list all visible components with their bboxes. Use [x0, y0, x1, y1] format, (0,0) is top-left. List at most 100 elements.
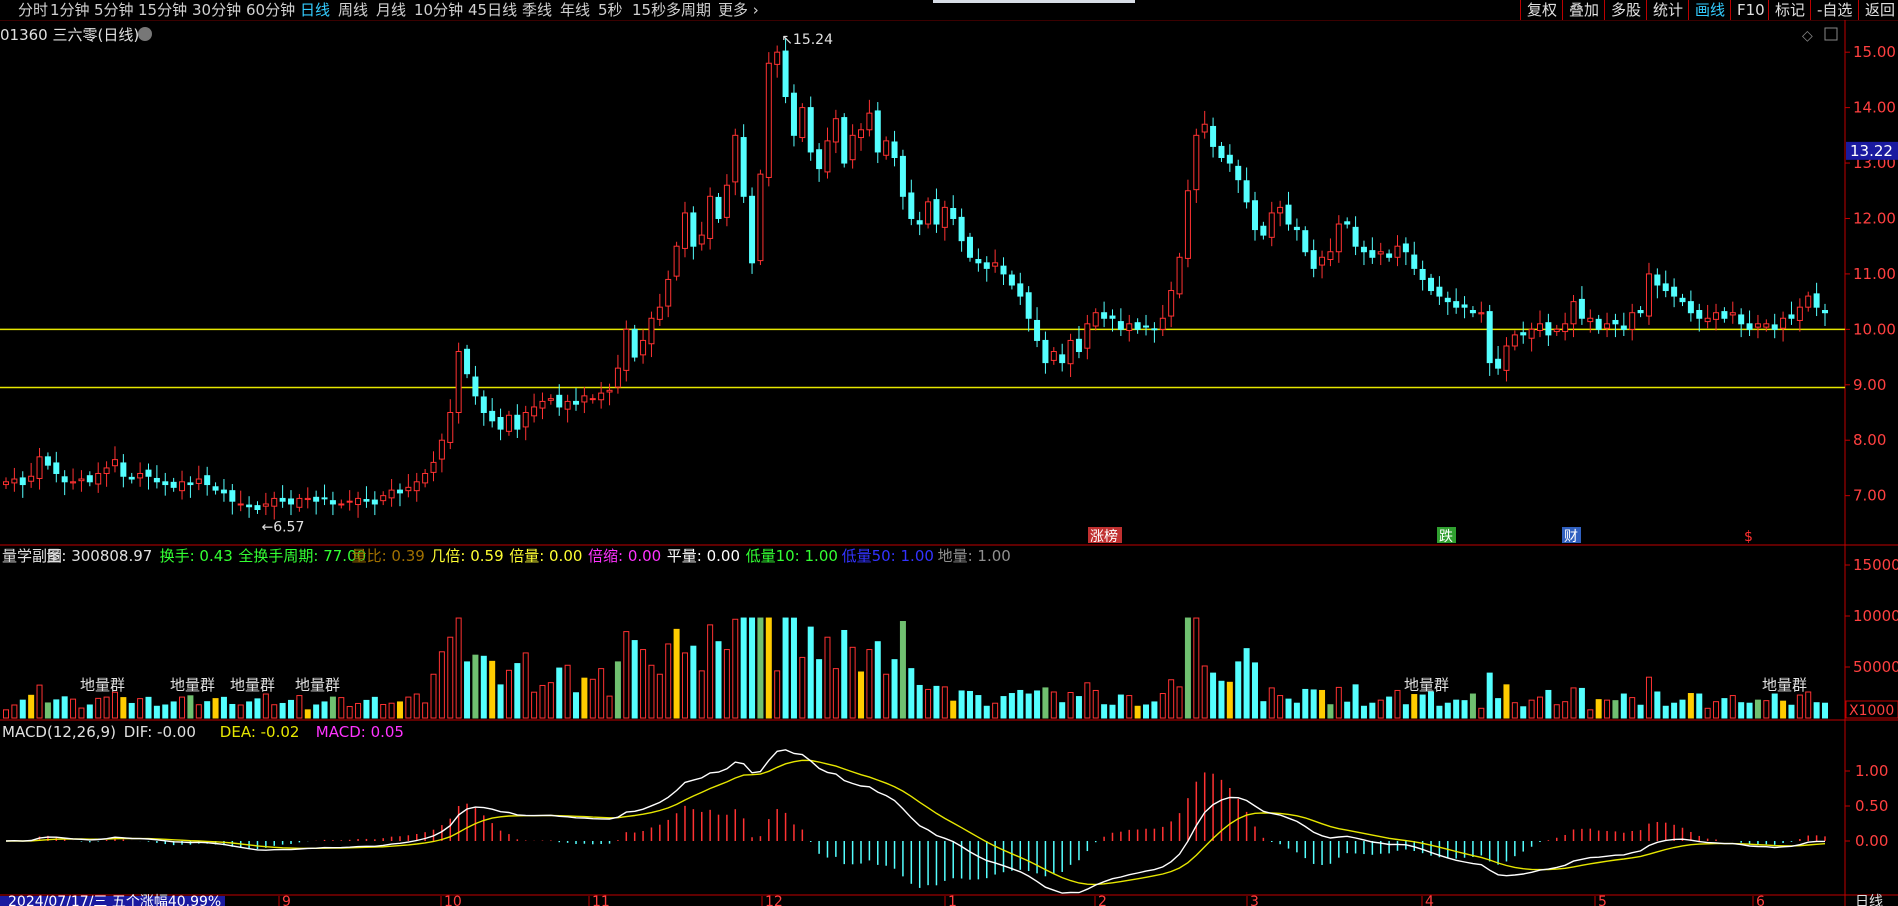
candle-body[interactable] [715, 196, 722, 219]
volume-bar[interactable] [103, 696, 110, 719]
candle-body[interactable] [1729, 312, 1736, 316]
candle-body[interactable] [1780, 317, 1787, 329]
volume-bar[interactable] [1008, 693, 1015, 719]
volume-bar[interactable] [505, 669, 512, 719]
volume-bar[interactable] [1486, 672, 1493, 719]
volume-bar[interactable] [1511, 702, 1518, 719]
volume-bar[interactable] [614, 661, 621, 719]
candle-body[interactable] [774, 51, 781, 65]
volume-bar[interactable] [1671, 702, 1678, 719]
volume-bar[interactable] [1360, 705, 1367, 719]
candle-body[interactable] [816, 149, 823, 170]
candle-body[interactable] [1788, 314, 1795, 319]
candle-body[interactable] [589, 398, 596, 401]
candle-body[interactable] [1059, 354, 1066, 364]
candle-body[interactable] [665, 278, 672, 307]
volume-bar[interactable] [1796, 694, 1803, 719]
volume-bar[interactable] [1067, 692, 1074, 719]
candle-body[interactable] [1034, 319, 1041, 341]
volume-bar[interactable] [573, 692, 580, 719]
candle-body[interactable] [1511, 334, 1518, 347]
volume-bar[interactable] [765, 617, 772, 719]
volume-bar[interactable] [1369, 702, 1376, 719]
candle-body[interactable] [1754, 323, 1761, 328]
candle-body[interactable] [866, 112, 873, 131]
candle-body[interactable] [1218, 145, 1225, 158]
candle-body[interactable] [1620, 325, 1627, 330]
candle-body[interactable] [950, 208, 957, 219]
volume-bar[interactable] [531, 691, 538, 719]
volume-bar[interactable] [774, 670, 781, 719]
volume-bar[interactable] [1453, 699, 1460, 719]
volume-bar[interactable] [1277, 695, 1284, 719]
candle-body[interactable] [1025, 292, 1032, 319]
volume-bar[interactable] [790, 617, 797, 719]
volume-bar[interactable] [36, 684, 43, 719]
candle-body[interactable] [1126, 323, 1133, 331]
volume-bar[interactable] [1059, 702, 1066, 719]
volume-bar[interactable] [1469, 693, 1476, 719]
volume-bar[interactable] [329, 696, 336, 719]
candle-body[interactable] [11, 478, 18, 484]
candle-body[interactable] [1075, 338, 1082, 353]
candle-body[interactable] [480, 396, 487, 414]
volume-bar[interactable] [1679, 699, 1686, 719]
volume-bar[interactable] [514, 663, 521, 719]
window-icon[interactable] [1824, 27, 1838, 41]
candle-body[interactable] [246, 504, 253, 508]
candle-body[interactable] [966, 236, 973, 258]
candle-body[interactable] [1453, 301, 1460, 308]
candle-body[interactable] [455, 351, 462, 413]
candle-body[interactable] [447, 412, 454, 443]
volume-bar[interactable] [1503, 684, 1510, 719]
candle-body[interactable] [254, 505, 261, 511]
candle-body[interactable] [1344, 221, 1351, 225]
volume-bar[interactable] [1025, 693, 1032, 719]
volume-bar[interactable] [1101, 704, 1108, 719]
candle-body[interactable] [1386, 253, 1393, 258]
candle-body[interactable] [438, 439, 445, 460]
candle-body[interactable] [1176, 256, 1183, 295]
candle-body[interactable] [229, 490, 236, 502]
candle-body[interactable] [631, 328, 638, 358]
volume-bar[interactable] [891, 659, 898, 719]
volume-bar[interactable] [137, 698, 144, 719]
candle-body[interactable] [371, 499, 378, 505]
volume-bar[interactable] [86, 704, 93, 719]
candle-body[interactable] [1461, 304, 1468, 308]
volume-bar[interactable] [371, 696, 378, 719]
volume-bar[interactable] [623, 631, 630, 719]
volume-bar[interactable] [1126, 695, 1133, 719]
candle-body[interactable] [1369, 250, 1376, 258]
volume-bar[interactable] [1428, 691, 1435, 719]
volume-bar[interactable] [950, 700, 957, 719]
candle-body[interactable] [698, 234, 705, 245]
candle-body[interactable] [1394, 245, 1401, 258]
candle-body[interactable] [1210, 125, 1217, 147]
candle-body[interactable] [86, 475, 93, 483]
candle-body[interactable] [1721, 311, 1728, 319]
volume-bar[interactable] [1319, 689, 1326, 719]
candle-body[interactable] [288, 498, 295, 505]
volume-bar[interactable] [346, 706, 353, 719]
volume-bar[interactable] [966, 690, 973, 719]
volume-bar[interactable] [656, 673, 663, 719]
candle-body[interactable] [1109, 315, 1116, 319]
volume-bar[interactable] [732, 618, 739, 719]
volume-bar[interactable] [1536, 696, 1543, 719]
volume-bar[interactable] [1109, 704, 1116, 719]
volume-bar[interactable] [933, 685, 940, 719]
volume-bar[interactable] [1687, 693, 1694, 719]
candle-body[interactable] [212, 486, 219, 491]
volume-bar[interactable] [640, 649, 647, 719]
candle-body[interactable] [296, 497, 303, 508]
candle-body[interactable] [1067, 339, 1074, 365]
candle-body[interactable] [1352, 226, 1359, 247]
candle-body[interactable] [1411, 254, 1418, 269]
volume-bar[interactable] [832, 668, 839, 719]
candle-body[interactable] [1645, 273, 1652, 317]
candle-body[interactable] [170, 481, 177, 488]
candle-body[interactable] [1193, 134, 1200, 191]
volume-bar[interactable] [1746, 702, 1753, 719]
volume-bar[interactable] [1545, 689, 1552, 719]
